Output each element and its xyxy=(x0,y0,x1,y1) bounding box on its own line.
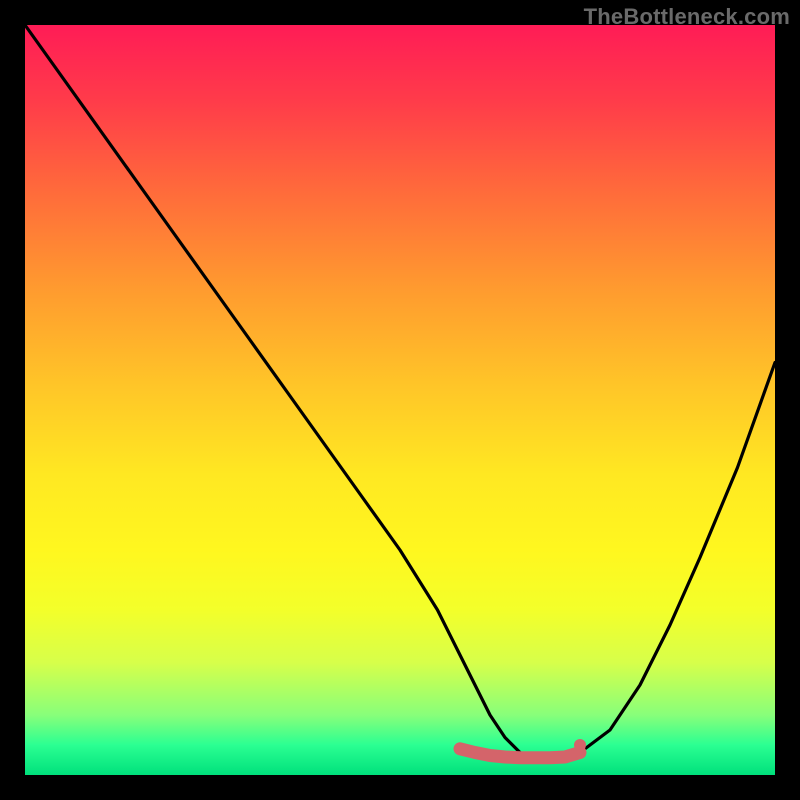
highlight-point xyxy=(574,739,586,751)
bottleneck-curve xyxy=(25,25,775,760)
highlight-segment xyxy=(460,749,580,758)
chart-container: TheBottleneck.com xyxy=(0,0,800,800)
plot-area xyxy=(25,25,775,775)
curve-svg xyxy=(25,25,775,775)
